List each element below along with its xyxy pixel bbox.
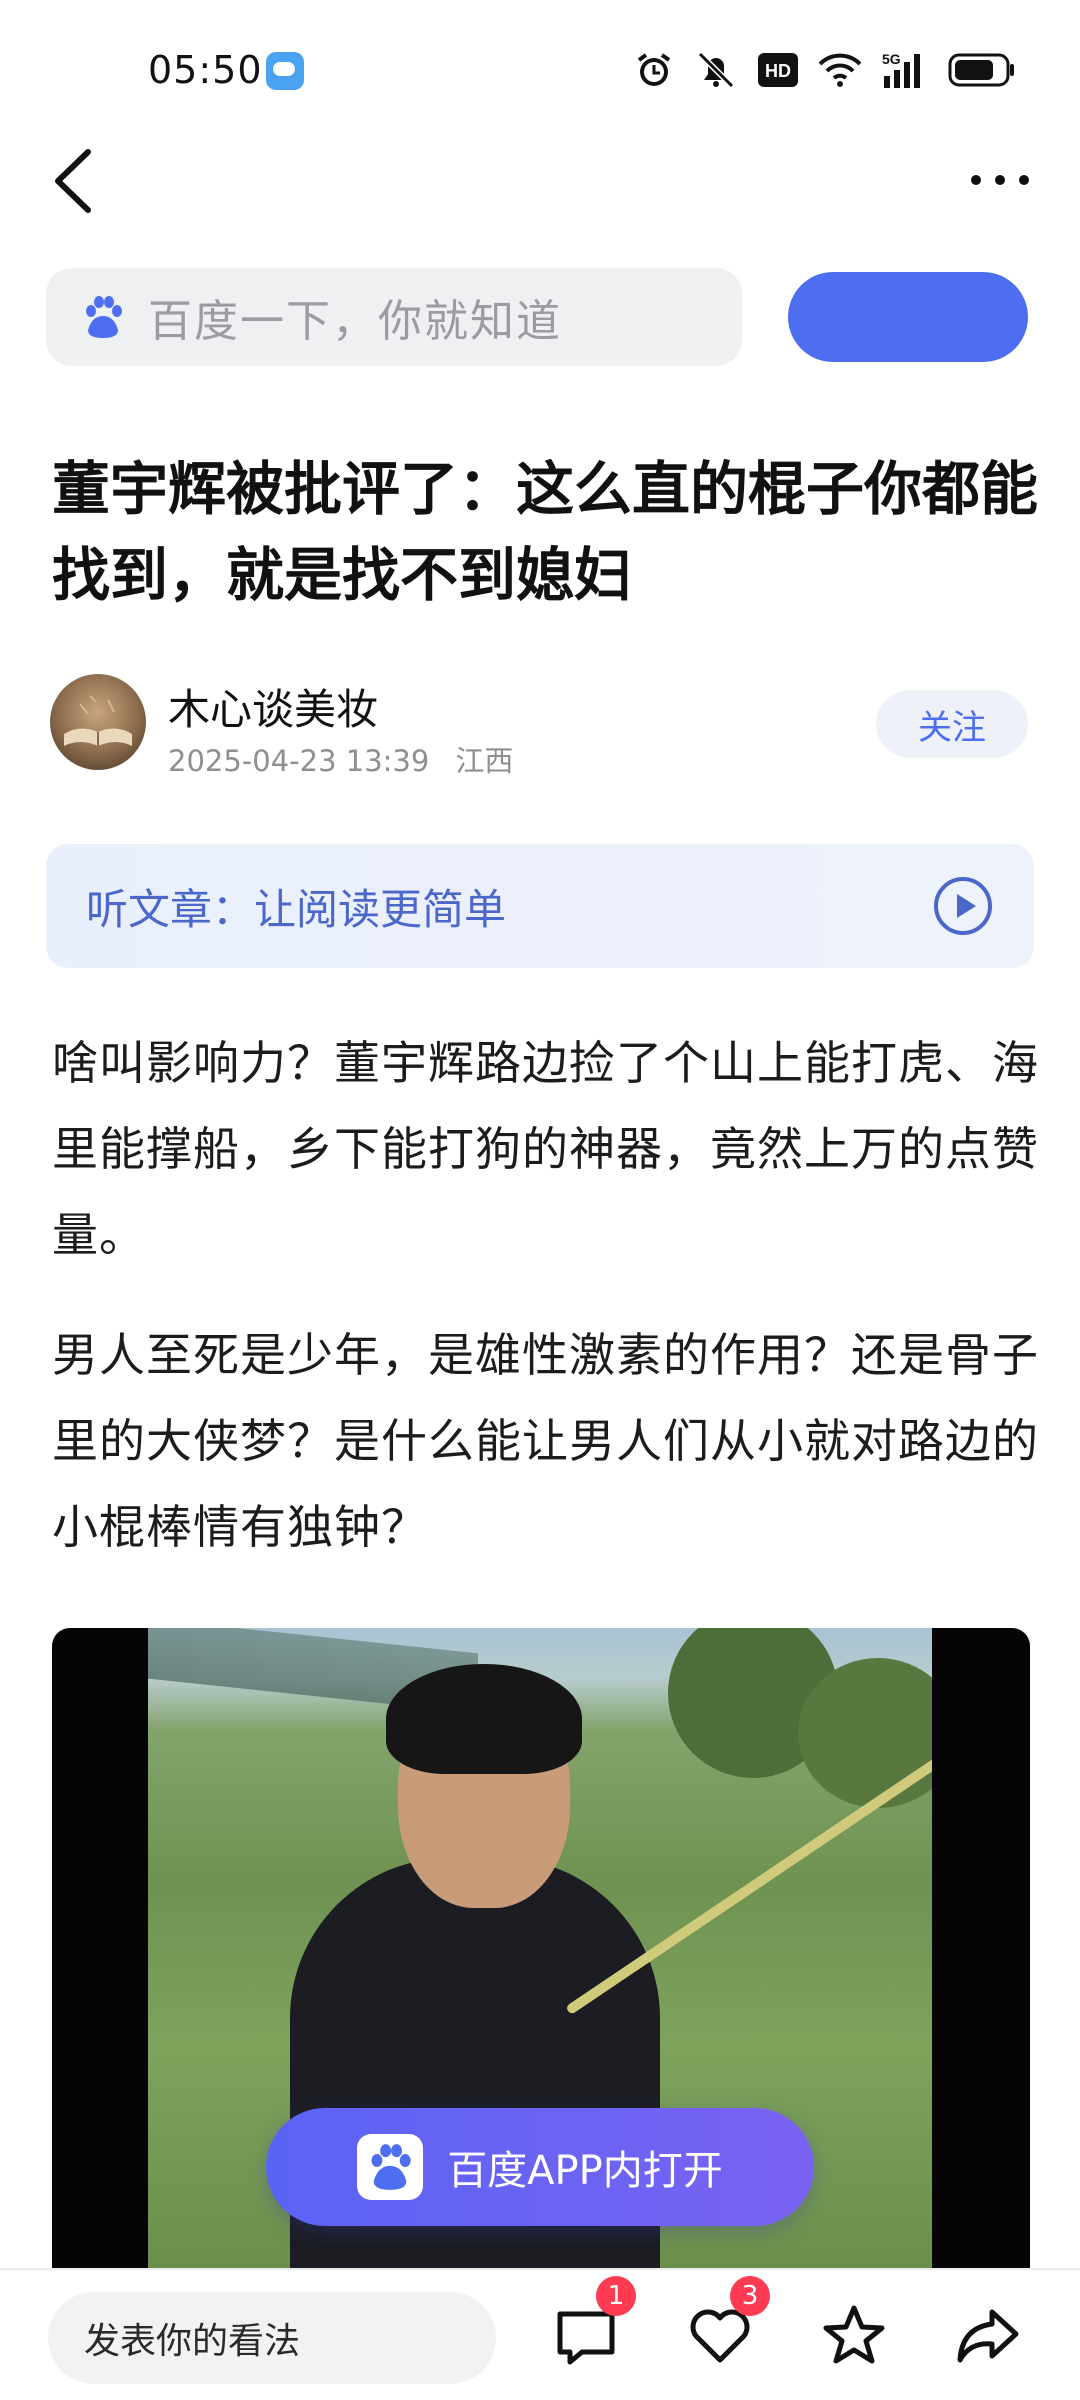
alarm-icon xyxy=(637,53,671,86)
author-location: 江西 xyxy=(455,744,514,778)
wifi-icon xyxy=(818,53,862,87)
book-avatar-image xyxy=(64,695,132,746)
open-in-app-label: 百度APP内打开 xyxy=(447,2148,723,2194)
more-icon[interactable] xyxy=(968,160,1032,200)
share-icon xyxy=(957,2309,1019,2363)
baidu-app-icon xyxy=(357,2134,424,2200)
status-time: 05:50 xyxy=(148,48,263,92)
comment-input[interactable]: 发表你的看法 xyxy=(48,2292,496,2384)
bottom-action-bar: 发表你的看法 1 3 xyxy=(0,2268,1080,2400)
share-button[interactable] xyxy=(952,2300,1024,2372)
baidu-paw-icon xyxy=(86,296,122,338)
article-paragraph: 啥叫影响力？董宇辉路边捡了个山上能打虎、海里能撑船，乡下能打狗的神器，竟然上万的… xyxy=(52,1036,1039,1262)
svg-text:HD: HD xyxy=(765,61,791,81)
comment-button[interactable]: 1 xyxy=(550,2276,636,2372)
search-placeholder: 百度一下，你就知道 xyxy=(148,296,562,347)
cellular-signal-icon: 5G xyxy=(882,51,920,88)
author-meta: 2025-04-23 13:39 江西 xyxy=(168,738,513,780)
weather-icon xyxy=(266,52,304,90)
search-button[interactable] xyxy=(788,272,1028,362)
status-bar: 05:50 HD 5G xyxy=(0,0,1080,140)
battery-icon xyxy=(948,53,1014,87)
status-icons: HD 5G xyxy=(634,48,1016,92)
back-icon[interactable] xyxy=(48,146,98,216)
follow-button[interactable]: 关注 xyxy=(876,690,1028,758)
search-input[interactable]: 百度一下，你就知道 xyxy=(46,268,742,366)
like-count-badge: 3 xyxy=(730,2276,770,2316)
person-hair-graphic xyxy=(386,1664,582,1774)
like-button[interactable]: 3 xyxy=(684,2276,770,2372)
author-name[interactable]: 木心谈美妆 xyxy=(168,676,378,737)
play-icon[interactable] xyxy=(932,875,994,937)
svg-text:5G: 5G xyxy=(882,51,901,67)
open-in-app-button[interactable]: 百度APP内打开 xyxy=(266,2108,814,2226)
comment-count-badge: 1 xyxy=(596,2276,636,2316)
article-title: 董宇辉被批评了：这么直的棍子你都能找到，就是找不到媳妇 xyxy=(52,455,1039,609)
favorite-button[interactable] xyxy=(818,2300,890,2372)
hd-icon: HD xyxy=(758,53,798,87)
star-icon xyxy=(823,2305,885,2364)
listen-label: 听文章：让阅读更简单 xyxy=(86,884,507,934)
publish-date: 2025-04-23 13:39 xyxy=(168,744,430,778)
listen-article-bar[interactable]: 听文章：让阅读更简单 xyxy=(46,844,1034,968)
article-page: 05:50 HD 5G 百度一下，你就知道 董宇辉被批评了：这么直的棍子你都能找… xyxy=(0,0,1080,2400)
mute-icon xyxy=(697,51,735,89)
author-avatar[interactable] xyxy=(50,674,146,770)
article-paragraph: 男人至死是少年，是雄性激素的作用？还是骨子里的大侠梦？是什么能让男人们从小就对路… xyxy=(52,1328,1039,1554)
